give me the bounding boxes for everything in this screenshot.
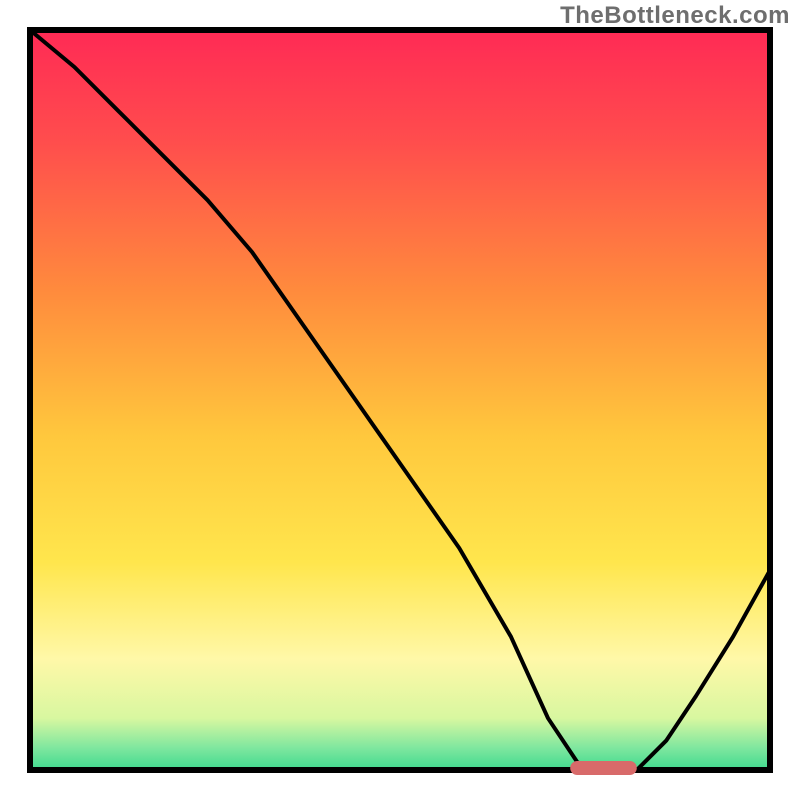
- chart-container: TheBottleneck.com: [0, 0, 800, 800]
- bottleneck-chart: [0, 0, 800, 800]
- plot-frame: [30, 30, 770, 770]
- optimal-marker: [570, 761, 637, 775]
